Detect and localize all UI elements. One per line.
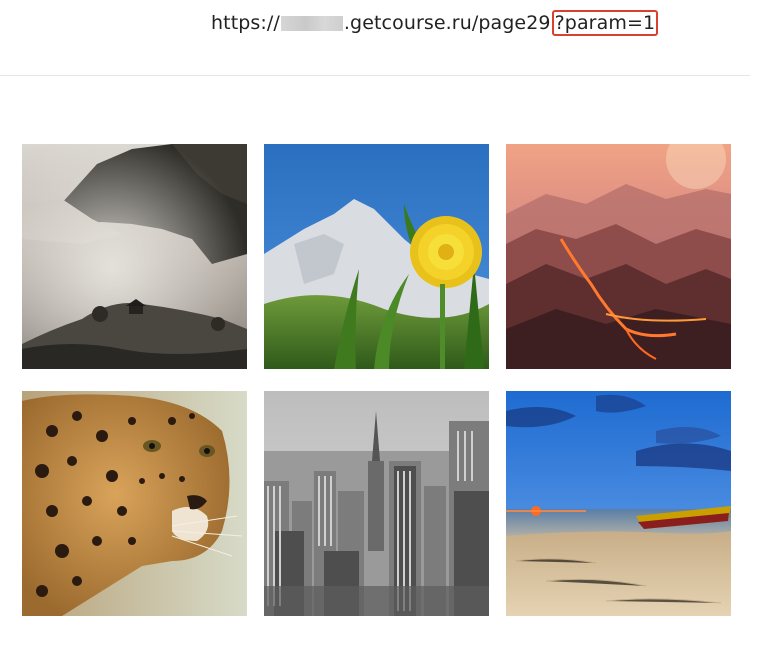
leopard-image <box>22 391 247 616</box>
beach-boat-sunset-image <box>506 391 731 616</box>
gallery-image-city[interactable] <box>264 391 489 616</box>
gallery-image-misty-mountain[interactable] <box>22 144 247 369</box>
gallery-image-dandelion[interactable] <box>264 144 489 369</box>
lava-mountains-image <box>506 144 731 369</box>
dandelion-mountain-image <box>264 144 489 369</box>
header-divider <box>0 75 750 76</box>
redacted-subdomain <box>280 15 343 31</box>
city-skyline-image <box>264 391 489 616</box>
page-url: https:// .getcourse.ru/page29 ?param=1 <box>211 9 659 37</box>
url-domain-path: .getcourse.ru/page29 <box>343 12 551 34</box>
image-gallery <box>22 144 731 616</box>
gallery-image-beach[interactable] <box>506 391 731 616</box>
gallery-image-leopard[interactable] <box>22 391 247 616</box>
url-query-param-highlight: ?param=1 <box>551 10 659 36</box>
gallery-image-lava-mountains[interactable] <box>506 144 731 369</box>
url-prefix: https:// <box>211 12 280 34</box>
misty-mountain-image <box>22 144 247 369</box>
